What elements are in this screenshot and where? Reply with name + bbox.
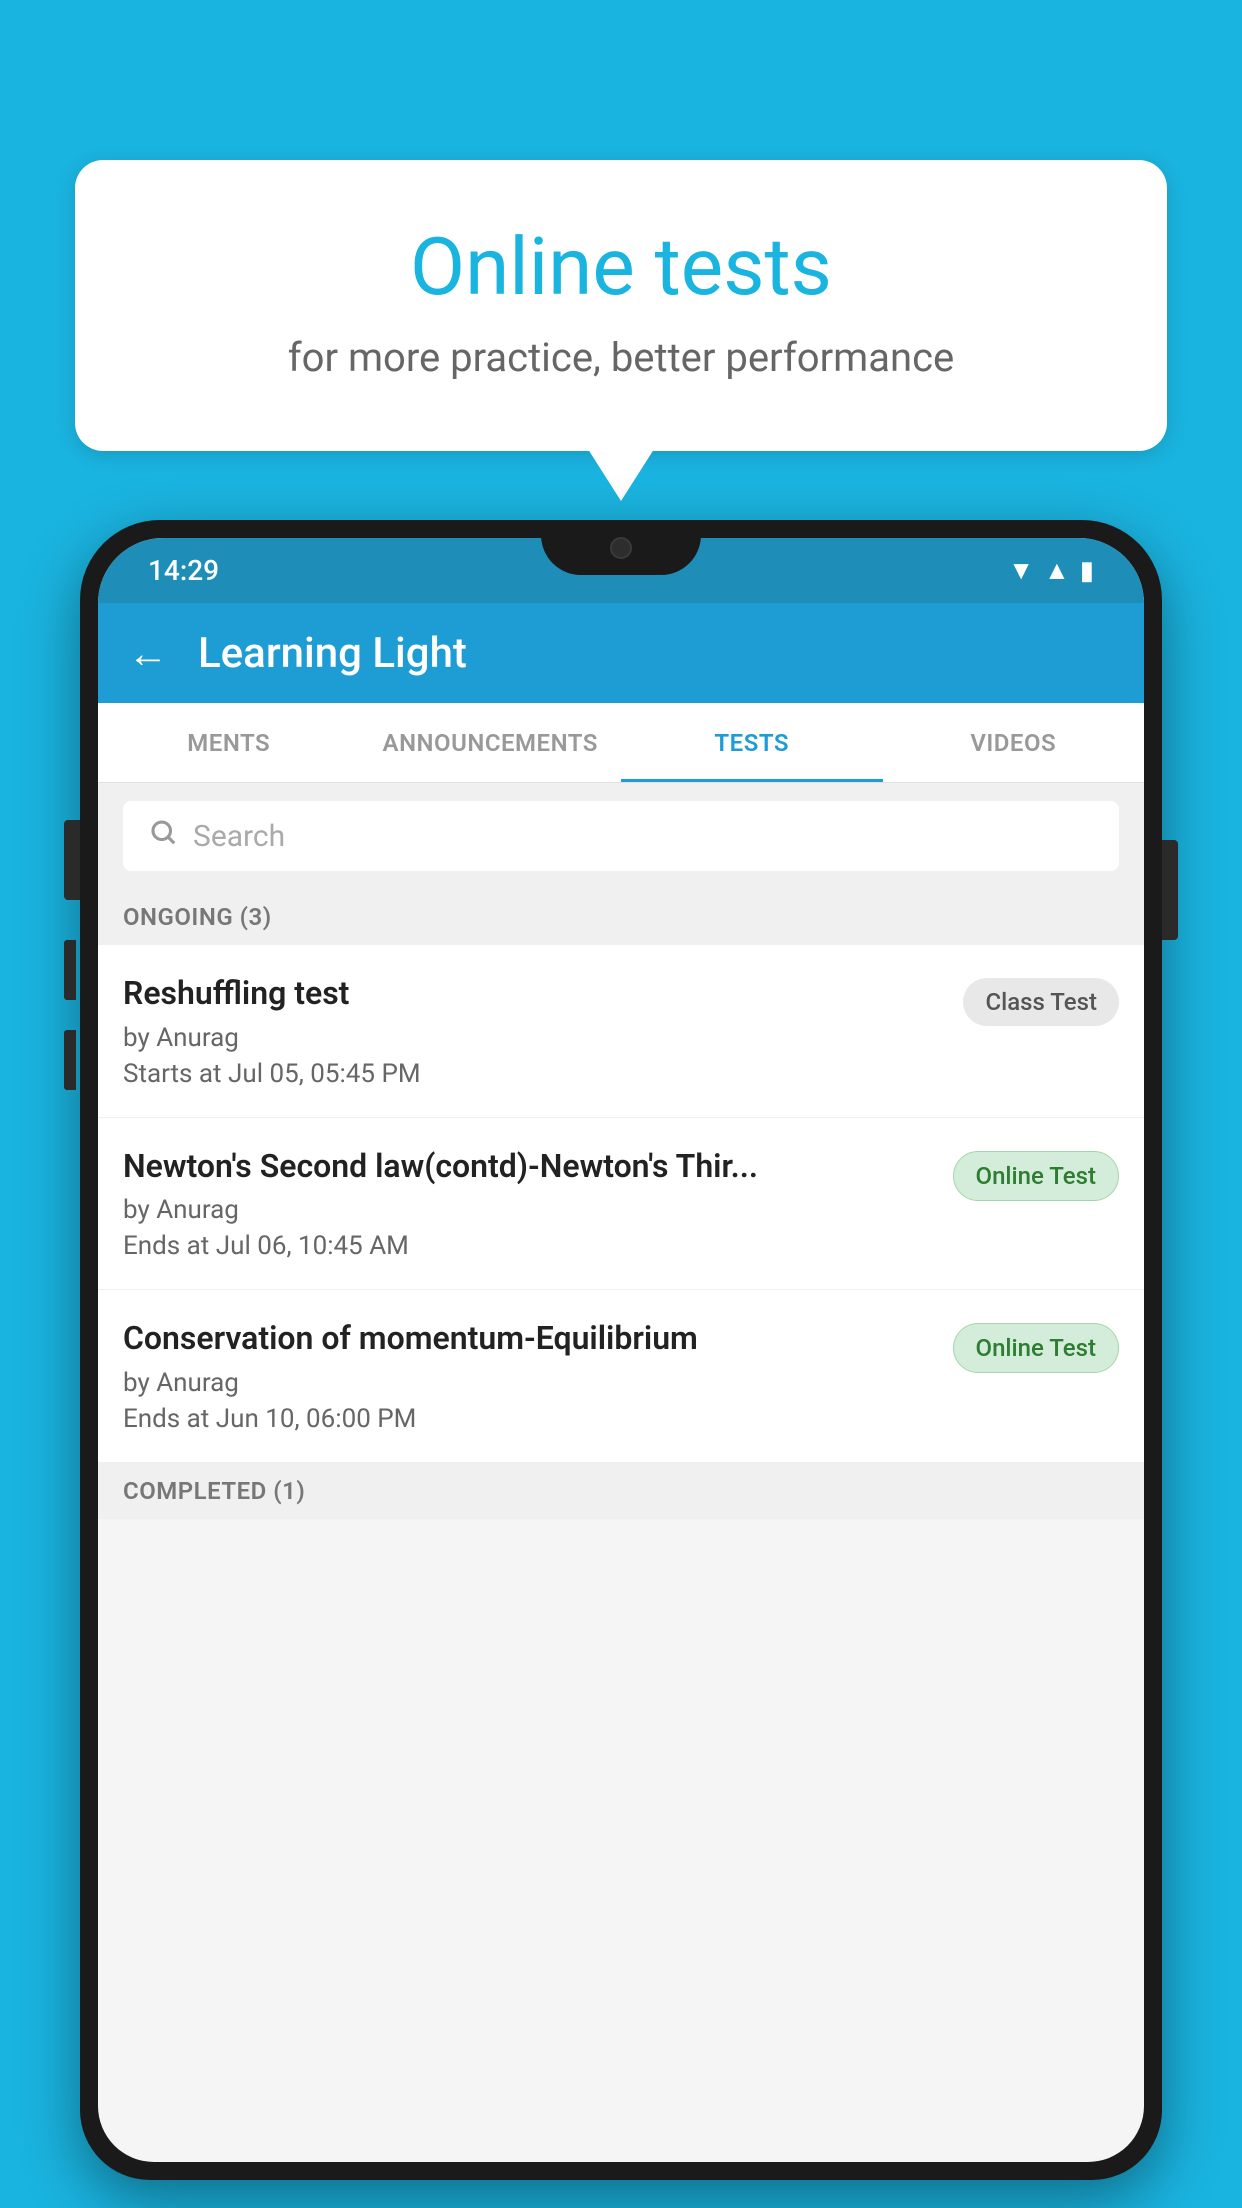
completed-section-header: COMPLETED (1)	[98, 1463, 1144, 1519]
search-container: Search	[98, 783, 1144, 889]
test-name: Reshuffling test	[123, 973, 943, 1015]
test-date: Starts at Jul 05, 05:45 PM	[123, 1059, 943, 1089]
test-by: by Anurag	[123, 1023, 943, 1053]
search-icon	[148, 817, 178, 855]
ongoing-section-header: ONGOING (3)	[98, 889, 1144, 945]
test-info: Newton's Second law(contd)-Newton's Thir…	[123, 1146, 953, 1262]
app-bar: ← Learning Light	[98, 603, 1144, 703]
volume-down-button	[64, 1030, 76, 1090]
test-item[interactable]: Conservation of momentum-Equilibrium by …	[98, 1290, 1144, 1463]
test-by: by Anurag	[123, 1368, 933, 1398]
app-bar-title: Learning Light	[198, 629, 467, 678]
date-label: Ends at	[123, 1231, 209, 1261]
test-info: Conservation of momentum-Equilibrium by …	[123, 1318, 953, 1434]
date-value: Jul 05, 05:45 PM	[228, 1059, 421, 1089]
speech-bubble-subtitle: for more practice, better performance	[135, 334, 1107, 381]
test-item[interactable]: Newton's Second law(contd)-Newton's Thir…	[98, 1118, 1144, 1291]
tests-list: Reshuffling test by Anurag Starts at Jul…	[98, 945, 1144, 1463]
date-value: Jul 06, 10:45 AM	[216, 1231, 409, 1261]
wifi-icon: ▼	[1008, 555, 1034, 586]
search-placeholder: Search	[193, 819, 285, 854]
date-label: Starts at	[123, 1059, 222, 1089]
battery-icon: ▮	[1080, 556, 1094, 586]
tab-ments[interactable]: MENTS	[98, 703, 360, 782]
test-item[interactable]: Reshuffling test by Anurag Starts at Jul…	[98, 945, 1144, 1118]
tab-tests[interactable]: TESTS	[621, 703, 883, 782]
phone-screen: 14:29 ▼ ▲ ▮ ← Learning Light MENTS ANNOU…	[98, 538, 1144, 2162]
test-by: by Anurag	[123, 1195, 933, 1225]
tab-announcements[interactable]: ANNOUNCEMENTS	[360, 703, 622, 782]
tabs-row: MENTS ANNOUNCEMENTS TESTS VIDEOS	[98, 703, 1144, 783]
phone-container: 14:29 ▼ ▲ ▮ ← Learning Light MENTS ANNOU…	[80, 520, 1162, 2208]
test-badge-online-2: Online Test	[953, 1323, 1119, 1373]
date-label: Ends at	[123, 1404, 209, 1434]
test-name: Conservation of momentum-Equilibrium	[123, 1318, 933, 1360]
test-badge-class: Class Test	[963, 978, 1119, 1026]
test-info: Reshuffling test by Anurag Starts at Jul…	[123, 973, 963, 1089]
test-badge-online: Online Test	[953, 1151, 1119, 1201]
status-time: 14:29	[148, 554, 219, 587]
signal-icon: ▲	[1044, 555, 1070, 586]
test-date: Ends at Jul 06, 10:45 AM	[123, 1231, 933, 1261]
tab-videos[interactable]: VIDEOS	[883, 703, 1145, 782]
search-box[interactable]: Search	[123, 801, 1119, 871]
test-date: Ends at Jun 10, 06:00 PM	[123, 1404, 933, 1434]
test-name: Newton's Second law(contd)-Newton's Thir…	[123, 1146, 933, 1188]
status-icons: ▼ ▲ ▮	[1008, 555, 1094, 586]
back-button[interactable]: ←	[128, 630, 168, 677]
speech-bubble-card: Online tests for more practice, better p…	[75, 160, 1167, 451]
speech-bubble-title: Online tests	[135, 220, 1107, 314]
phone-outer: 14:29 ▼ ▲ ▮ ← Learning Light MENTS ANNOU…	[80, 520, 1162, 2180]
date-value: Jun 10, 06:00 PM	[216, 1404, 417, 1434]
front-camera	[610, 537, 632, 559]
notch	[541, 520, 701, 575]
volume-up-button	[64, 940, 76, 1000]
